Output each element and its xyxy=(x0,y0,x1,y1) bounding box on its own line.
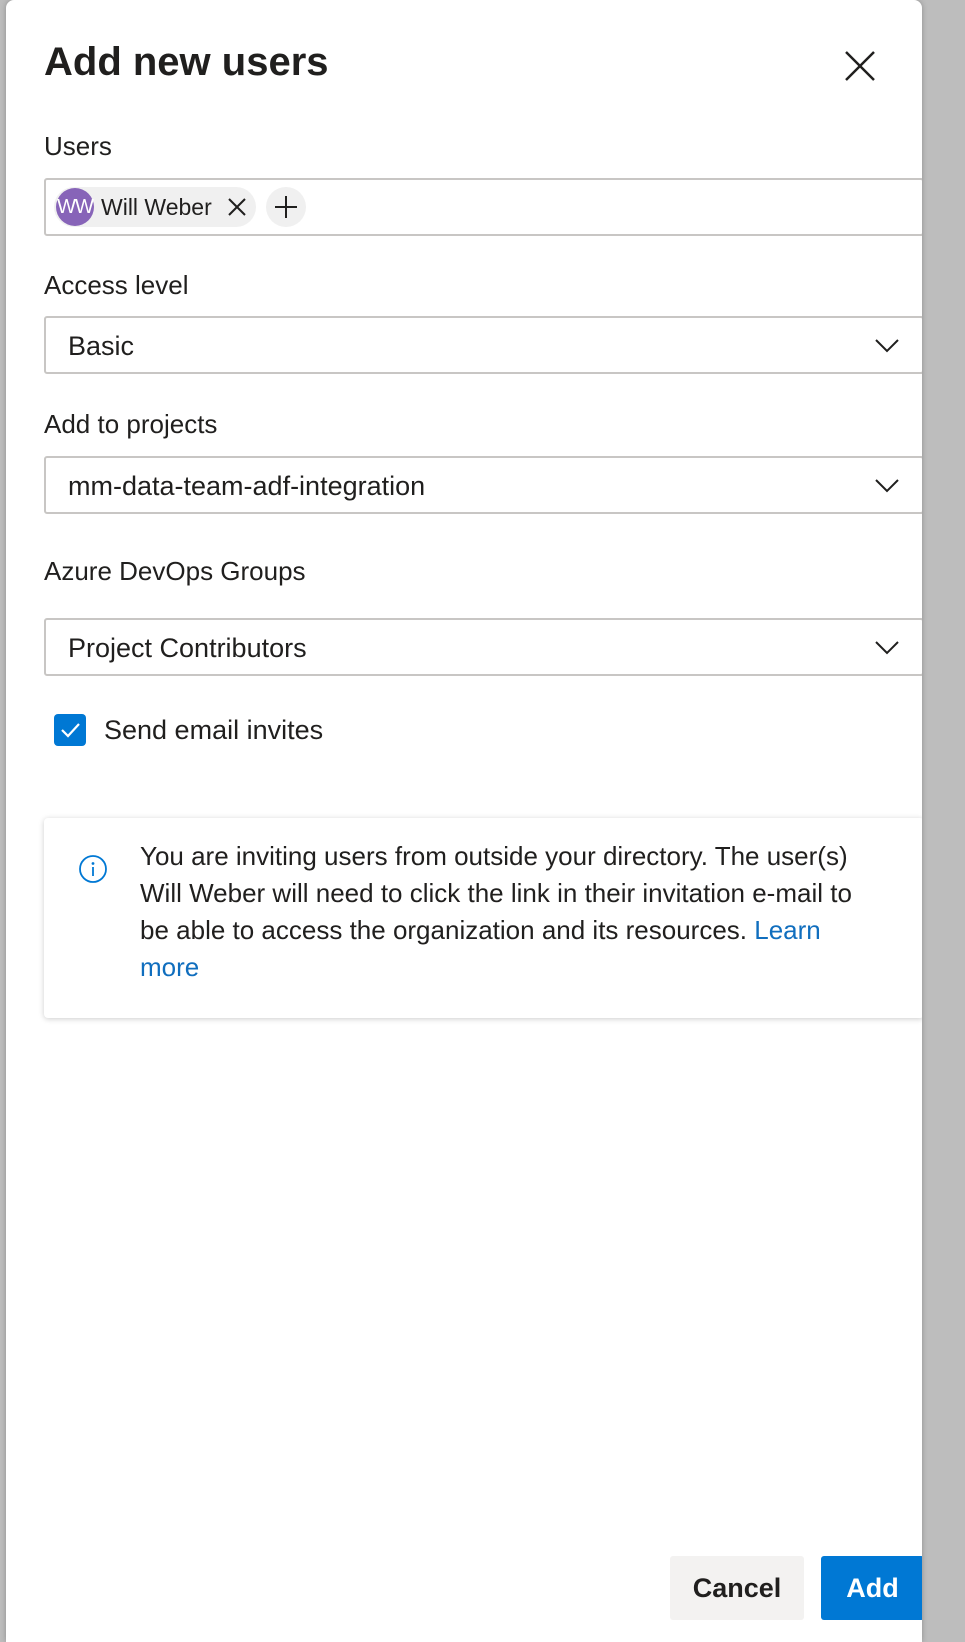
access-level-label: Access level xyxy=(44,270,189,300)
users-label: Users xyxy=(44,131,112,161)
access-level-value: Basic xyxy=(68,331,135,361)
close-icon xyxy=(845,51,875,81)
info-message-card: You are inviting users from outside your… xyxy=(44,818,922,1018)
projects-dropdown[interactable]: mm-data-team-adf-integration xyxy=(44,456,922,514)
add-user-button[interactable] xyxy=(266,187,306,227)
groups-value: Project Contributors xyxy=(68,633,307,663)
chevron-down-icon xyxy=(875,641,899,655)
user-chip-name: Will Weber xyxy=(101,194,212,220)
close-button[interactable] xyxy=(838,44,882,88)
info-message-text: You are inviting users from outside your… xyxy=(140,841,852,945)
groups-label: Azure DevOps Groups xyxy=(44,556,306,586)
projects-value: mm-data-team-adf-integration xyxy=(68,471,426,501)
info-icon xyxy=(79,855,107,883)
send-email-invites-checkbox[interactable] xyxy=(54,714,86,746)
user-chip: WW Will Weber xyxy=(54,187,256,227)
info-message: You are inviting users from outside your… xyxy=(140,838,880,986)
groups-dropdown[interactable]: Project Contributors xyxy=(44,618,922,676)
users-picker[interactable]: WW Will Weber xyxy=(44,178,922,236)
projects-label: Add to projects xyxy=(44,409,218,439)
plus-icon xyxy=(275,196,297,218)
add-button[interactable]: Add xyxy=(821,1556,922,1620)
remove-user-icon[interactable] xyxy=(225,195,249,219)
avatar: WW xyxy=(56,188,94,226)
checkmark-icon xyxy=(61,723,80,738)
chevron-down-icon xyxy=(875,339,899,353)
add-users-dialog: Add new users Users WW Will Weber Access… xyxy=(6,0,922,1642)
chevron-down-icon xyxy=(875,479,899,493)
dialog-title: Add new users xyxy=(44,40,329,84)
cancel-button[interactable]: Cancel xyxy=(670,1556,804,1620)
access-level-dropdown[interactable]: Basic xyxy=(44,316,922,374)
send-email-invites-label[interactable]: Send email invites xyxy=(104,713,323,747)
